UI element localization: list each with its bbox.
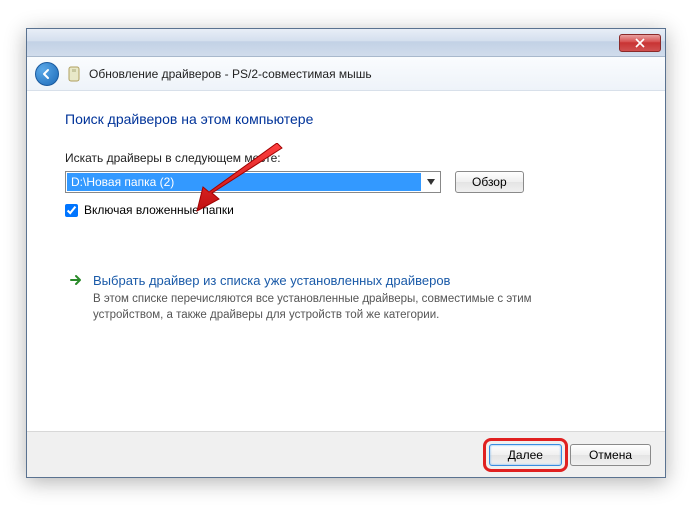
titlebar <box>27 29 665 57</box>
search-location-label: Искать драйверы в следующем месте: <box>65 151 627 165</box>
close-icon <box>635 38 645 48</box>
header-bar: Обновление драйверов - PS/2-совместимая … <box>27 57 665 91</box>
include-subfolders-label: Включая вложенные папки <box>84 203 234 217</box>
path-row: Обзор <box>65 171 627 193</box>
footer: Далее Отмена <box>27 431 665 477</box>
cancel-button[interactable]: Отмена <box>570 444 651 466</box>
arrow-right-icon <box>69 273 83 323</box>
window-title: Обновление драйверов - PS/2-совместимая … <box>89 67 372 81</box>
path-combo[interactable] <box>65 171 441 193</box>
device-icon <box>67 66 81 82</box>
wizard-window: Обновление драйверов - PS/2-совместимая … <box>26 28 666 478</box>
option-description: В этом списке перечисляются все установл… <box>93 292 593 323</box>
page-heading: Поиск драйверов на этом компьютере <box>65 111 627 127</box>
next-button[interactable]: Далее <box>489 444 562 466</box>
option-title: Выбрать драйвер из списка уже установлен… <box>93 273 593 288</box>
pick-from-list-option[interactable]: Выбрать драйвер из списка уже установлен… <box>65 267 627 329</box>
path-input[interactable] <box>67 173 421 191</box>
browse-button[interactable]: Обзор <box>455 171 524 193</box>
path-dropdown-toggle[interactable] <box>422 179 440 185</box>
content-area: Поиск драйверов на этом компьютере Искат… <box>27 91 665 431</box>
close-button[interactable] <box>619 34 661 52</box>
include-subfolders-row[interactable]: Включая вложенные папки <box>65 203 627 217</box>
include-subfolders-checkbox[interactable] <box>65 204 78 217</box>
back-arrow-icon <box>41 68 53 80</box>
option-text: Выбрать драйвер из списка уже установлен… <box>93 273 593 323</box>
chevron-down-icon <box>427 179 435 185</box>
back-button[interactable] <box>35 62 59 86</box>
